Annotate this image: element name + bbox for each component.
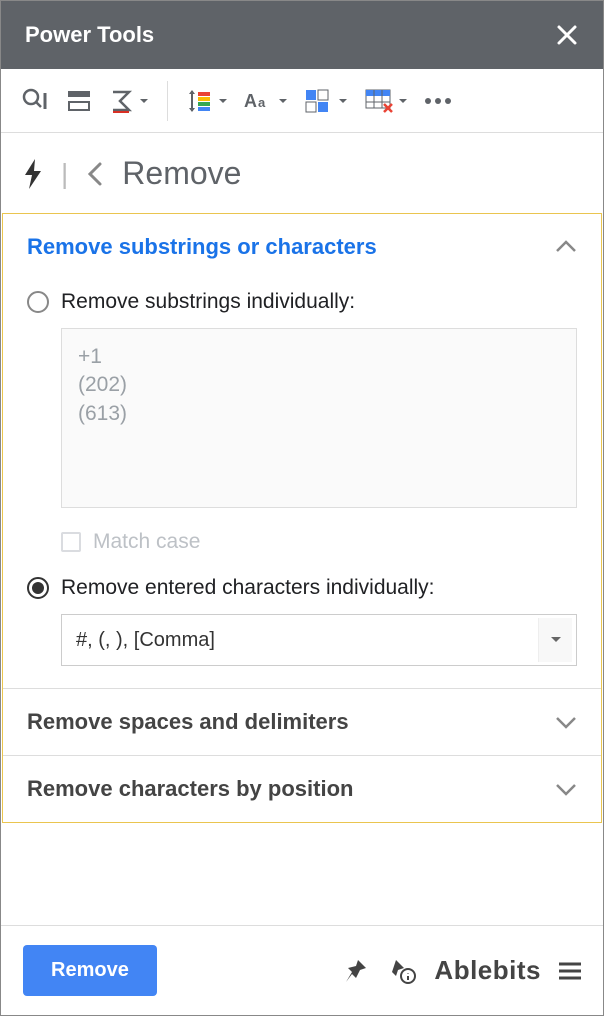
titlebar: Power Tools bbox=[1, 1, 603, 69]
footer: Remove Ablebits bbox=[1, 925, 603, 1015]
section-position: Remove characters by position bbox=[3, 755, 601, 822]
chevron-down-icon bbox=[555, 715, 577, 729]
find-replace-button[interactable] bbox=[15, 81, 55, 121]
section-header-substrings[interactable]: Remove substrings or characters bbox=[3, 214, 601, 280]
characters-select[interactable]: #, (, ), [Comma] bbox=[61, 614, 577, 666]
breadcrumb: | Remove bbox=[1, 133, 603, 214]
option-label: Remove entered characters individually: bbox=[61, 576, 435, 600]
chevron-down-icon bbox=[555, 782, 577, 796]
checkbox-unchecked bbox=[61, 532, 81, 552]
section-title: Remove characters by position bbox=[27, 776, 353, 802]
match-case-checkbox: Match case bbox=[61, 530, 577, 554]
remove-button[interactable]: Remove bbox=[23, 945, 157, 996]
option-label: Remove substrings individually: bbox=[61, 290, 355, 314]
text-dropdown[interactable]: Aa bbox=[238, 81, 294, 121]
info-icon[interactable] bbox=[386, 958, 416, 984]
option-remove-substrings[interactable]: Remove substrings individually: bbox=[27, 290, 577, 314]
substrings-textarea[interactable]: +1 (202) (613) bbox=[61, 328, 577, 508]
chevron-down-icon[interactable] bbox=[538, 618, 572, 662]
toolbar: Aa bbox=[1, 69, 603, 133]
section-title: Remove substrings or characters bbox=[27, 234, 377, 260]
option-remove-characters[interactable]: Remove entered characters individually: bbox=[27, 576, 577, 600]
select-value: #, (, ), [Comma] bbox=[76, 629, 215, 652]
page-title: Remove bbox=[122, 155, 241, 192]
svg-text:A: A bbox=[244, 91, 257, 111]
radio-unselected[interactable] bbox=[27, 291, 49, 313]
sections-panel: Remove substrings or characters Remove s… bbox=[2, 213, 602, 823]
remove-button-icon[interactable] bbox=[59, 81, 99, 121]
sort-dropdown[interactable] bbox=[180, 81, 234, 121]
breadcrumb-separator: | bbox=[61, 158, 68, 190]
window-title: Power Tools bbox=[25, 22, 154, 48]
menu-icon[interactable] bbox=[559, 962, 581, 980]
cells-dropdown[interactable] bbox=[298, 81, 354, 121]
section-title: Remove spaces and delimiters bbox=[27, 709, 349, 735]
brand-label: Ablebits bbox=[434, 955, 541, 986]
section-substrings: Remove substrings or characters Remove s… bbox=[3, 214, 601, 688]
section-header-spaces[interactable]: Remove spaces and delimiters bbox=[3, 689, 601, 755]
svg-text:a: a bbox=[258, 95, 266, 110]
chevron-up-icon bbox=[555, 240, 577, 254]
close-icon[interactable] bbox=[555, 23, 579, 47]
checkbox-label: Match case bbox=[93, 530, 200, 554]
back-icon[interactable] bbox=[86, 160, 104, 188]
more-button[interactable] bbox=[418, 81, 458, 121]
sum-dropdown[interactable] bbox=[103, 81, 155, 121]
section-spaces: Remove spaces and delimiters bbox=[3, 688, 601, 755]
pin-icon[interactable] bbox=[344, 958, 368, 984]
section-header-position[interactable]: Remove characters by position bbox=[3, 756, 601, 822]
bolt-icon[interactable] bbox=[23, 159, 43, 189]
radio-selected[interactable] bbox=[27, 577, 49, 599]
table-dropdown[interactable] bbox=[358, 81, 414, 121]
